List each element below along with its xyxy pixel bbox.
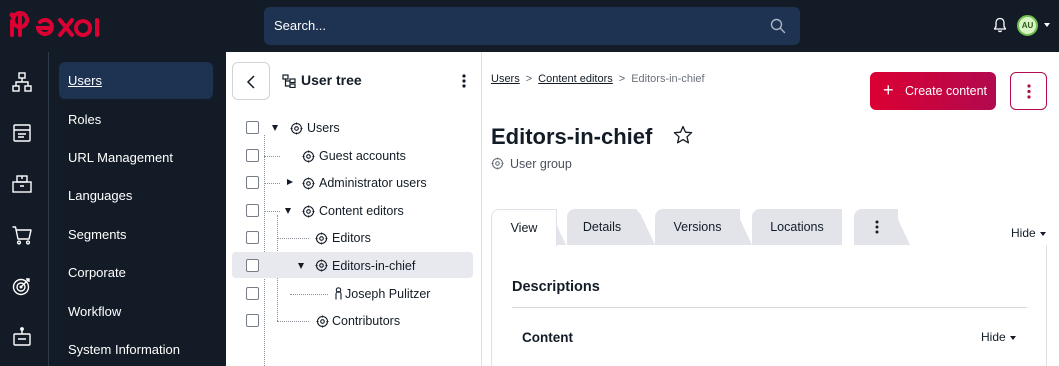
content-type-label: User group: [510, 157, 572, 171]
user-group-icon: [316, 315, 329, 328]
subnav-item-workflow[interactable]: Workflow: [59, 293, 213, 330]
more-vertical-icon: [1027, 84, 1031, 99]
tab-view[interactable]: View: [491, 209, 557, 246]
page-title: Editors-in-chief: [491, 124, 653, 149]
chevron-left-icon: [246, 75, 255, 89]
search-icon[interactable]: [770, 18, 786, 34]
subnav-item-segments[interactable]: Segments: [59, 216, 213, 253]
breadcrumb-link-content-editors[interactable]: Content editors: [538, 73, 613, 85]
tree-node-contributors[interactable]: Contributors: [232, 308, 473, 334]
tree-checkbox[interactable]: [246, 231, 259, 244]
main-content: Users > Content editors > Editors-in-chief +…: [482, 52, 1059, 366]
caret-down-icon[interactable]: [285, 208, 291, 214]
tree-node-editors[interactable]: Editors: [232, 225, 473, 251]
chevron-down-icon[interactable]: [1044, 23, 1050, 27]
tree-node-label: Content editors: [319, 204, 404, 218]
caret-down-icon[interactable]: [298, 263, 304, 269]
more-actions-button[interactable]: [1010, 72, 1047, 110]
structure-icon[interactable]: [11, 71, 33, 93]
subnav-item-users[interactable]: Users: [59, 62, 213, 99]
view-panel: Descriptions Content Hide: [491, 245, 1047, 366]
divider: [512, 307, 1027, 308]
tree-node-users[interactable]: Users: [232, 115, 473, 141]
search-input[interactable]: Search...: [274, 18, 326, 33]
tree-node-content-editors[interactable]: Content editors: [232, 198, 473, 224]
caret-right-icon[interactable]: [287, 179, 293, 185]
tree-node-administrator-users[interactable]: Administrator users: [232, 170, 473, 196]
tree-node-label: Administrator users: [319, 176, 427, 190]
user-group-icon: [315, 259, 328, 272]
user-group-icon: [315, 232, 328, 245]
breadcrumb-separator: >: [618, 73, 626, 85]
target-icon[interactable]: [11, 275, 33, 297]
subnav-item-roles[interactable]: Roles: [59, 101, 213, 138]
tree-node-joseph-pulitzer[interactable]: Joseph Pulitzer: [232, 281, 473, 307]
cart-icon[interactable]: [11, 224, 33, 246]
tree-checkbox[interactable]: [246, 149, 259, 162]
tree-checkbox[interactable]: [246, 287, 259, 300]
user-group-icon: [302, 150, 315, 163]
collapse-tree-button[interactable]: [232, 62, 270, 100]
user-icon: [335, 287, 342, 300]
tree-node-label: Joseph Pulitzer: [345, 287, 431, 301]
tree-checkbox[interactable]: [246, 259, 259, 272]
caret-down-icon: [1009, 335, 1016, 340]
subnav-item-url-management[interactable]: URL Management: [59, 139, 213, 176]
tree-node-label: Editors: [332, 231, 371, 245]
hide-toggle[interactable]: Hide: [1011, 226, 1046, 240]
star-icon[interactable]: [673, 125, 693, 145]
view-panel-body: Descriptions Content Hide: [492, 245, 1048, 366]
user-group-icon: [290, 122, 303, 135]
user-group-icon: [302, 177, 315, 190]
user-group-icon: [302, 205, 315, 218]
subnav-item-languages[interactable]: Languages: [59, 177, 213, 214]
hide-content-toggle[interactable]: Hide: [981, 330, 1016, 344]
catalog-icon[interactable]: [11, 173, 33, 195]
caret-down-icon[interactable]: [272, 125, 278, 131]
tab-more[interactable]: [854, 209, 898, 245]
subnav-item-corporate[interactable]: Corporate: [59, 254, 213, 291]
tab-locations[interactable]: Locations: [752, 209, 842, 245]
content-icon[interactable]: [11, 122, 33, 144]
section-title: Descriptions: [512, 279, 600, 295]
tree-checkbox[interactable]: [246, 204, 259, 217]
create-content-button[interactable]: + Create content: [870, 72, 996, 110]
hide-label: Hide: [981, 330, 1006, 344]
breadcrumb-current: Editors-in-chief: [631, 73, 705, 85]
tree-node-label: Guest accounts: [319, 149, 406, 163]
hide-label: Hide: [1011, 226, 1036, 240]
tree-node-label: Contributors: [332, 314, 401, 328]
user-group-icon: [491, 157, 504, 170]
search-bar[interactable]: Search...: [264, 7, 800, 45]
tree-checkbox[interactable]: [246, 314, 259, 327]
tree-title: User tree: [301, 72, 362, 88]
admin-icon[interactable]: [11, 326, 33, 348]
tree-node-editors-in-chief[interactable]: Editors-in-chief: [232, 252, 473, 278]
bell-icon[interactable]: [992, 17, 1008, 33]
create-content-label: Create content: [905, 84, 987, 98]
tree-node-label: Editors-in-chief: [332, 259, 416, 273]
user-tree-panel: User tree Users Guest accounts Administr…: [226, 52, 482, 366]
field-group-label: Content: [522, 330, 573, 345]
avatar[interactable]: AU: [1017, 15, 1038, 36]
admin-subnav: Users Roles URL Management Languages Seg…: [49, 52, 226, 366]
caret-down-icon: [1039, 231, 1046, 236]
breadcrumb: Users > Content editors > Editors-in-chief: [491, 73, 705, 85]
more-vertical-icon: [875, 220, 879, 234]
breadcrumb-separator: >: [525, 73, 533, 85]
subnav-item-system-information[interactable]: System Information: [59, 331, 213, 366]
tree-checkbox[interactable]: [246, 176, 259, 189]
plus-icon: +: [883, 80, 894, 100]
tree-checkbox[interactable]: [246, 121, 259, 134]
top-bar: Search... AU: [0, 0, 1059, 52]
tree-node-guest-accounts[interactable]: Guest accounts: [232, 143, 473, 169]
breadcrumb-link-users[interactable]: Users: [491, 73, 520, 85]
ibexa-logo[interactable]: [8, 11, 108, 39]
tree-icon: [282, 74, 296, 88]
main-menu-rail: [0, 52, 49, 366]
tree-node-label: Users: [307, 121, 340, 135]
more-vertical-icon[interactable]: [462, 74, 466, 88]
